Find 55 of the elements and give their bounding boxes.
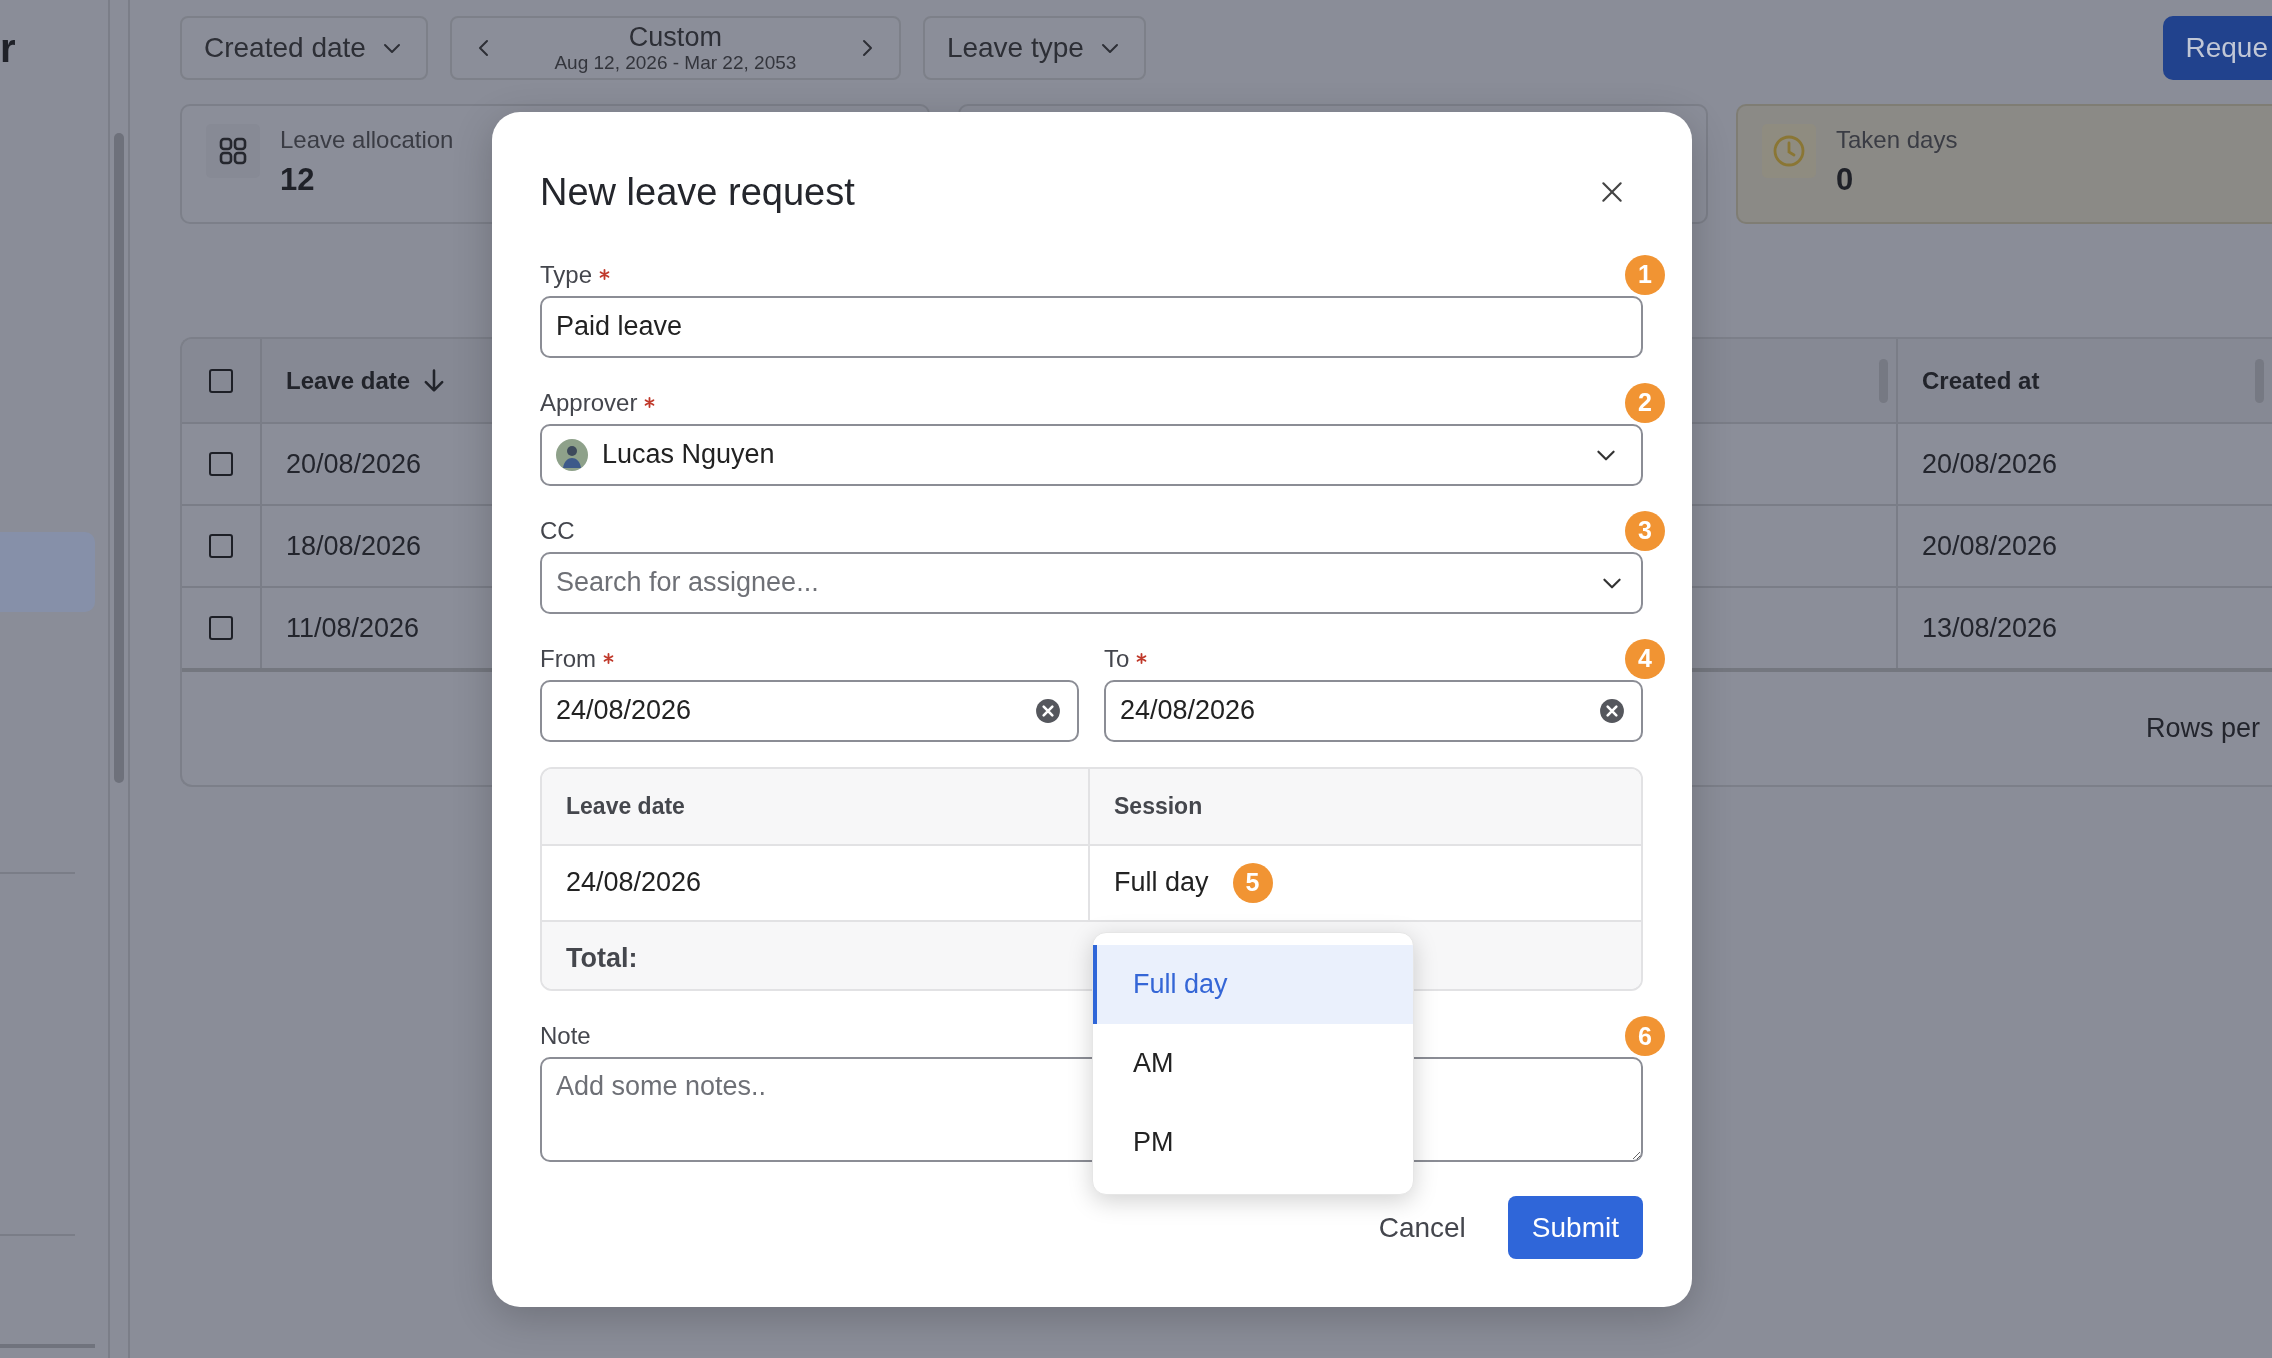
sidebar-title: r [0,25,16,72]
table-cell: 18/08/2026 [286,530,422,562]
total-label: Total: [566,943,638,975]
session-select[interactable]: Full day [1114,867,1209,899]
column-header[interactable]: Created at [1922,366,2040,395]
table-cell: 11/08/2026 [286,612,420,644]
field-label: Type [540,260,593,289]
row-checkbox[interactable] [209,452,233,476]
table-cell: 13/08/2026 [1922,612,2058,644]
range-label: Custom [628,22,722,52]
table-cell: 20/08/2026 [286,448,422,480]
row-checkbox[interactable] [209,616,233,640]
field-label: Approver [540,388,638,417]
cc-search-field[interactable]: Search for assignee... [540,551,1643,614]
clear-icon[interactable] [1599,697,1625,724]
request-button[interactable]: Reque [2163,16,2272,80]
date-range-picker[interactable]: Custom Aug 12, 2026 - Mar 22, 2053 [449,16,901,80]
date-field[interactable]: 24/08/2026 [540,679,1079,742]
step-badge: 1 [1625,254,1665,295]
table-cell: 24/08/2026 [566,867,702,899]
table-cell: 20/08/2026 [1922,530,2058,562]
column-header[interactable]: Leave date [286,366,411,395]
submit-button[interactable]: Submit [1507,1196,1643,1259]
stat-value: 0 [1836,161,1854,199]
range-dates: Aug 12, 2026 - Mar 22, 2053 [554,52,797,74]
filter-dropdown[interactable]: Created date [180,16,428,80]
clock-icon [1762,124,1816,178]
step-badge: 5 [1232,862,1273,903]
menu-option[interactable]: Full day [1093,945,1413,1024]
select-all-checkbox[interactable] [209,368,233,393]
clear-icon[interactable] [1035,697,1061,724]
step-badge: 4 [1625,638,1665,679]
stat-label: Taken days [1836,125,1958,155]
step-badge: 3 [1625,510,1665,551]
dialog-title: New leave request [540,170,855,214]
date-field[interactable]: 24/08/2026 [1104,679,1643,742]
step-badge: 6 [1625,1016,1665,1056]
approver-select[interactable]: Lucas Nguyen [540,423,1643,486]
scrollbar-thumb[interactable] [114,133,125,783]
field-label: CC [540,516,575,545]
step-badge: 2 [1625,382,1665,423]
filter-dropdown[interactable]: Leave type [922,16,1146,80]
column-header: Session [1114,792,1203,820]
row-checkbox[interactable] [209,534,233,558]
cancel-button[interactable]: Cancel [1364,1196,1480,1259]
field-label: To [1104,644,1130,673]
rows-per-page-label: Rows per [2145,713,2260,744]
table-cell: 20/08/2026 [1922,448,2058,480]
type-field[interactable]: Paid leave [540,295,1643,358]
stat-label: Leave allocation [280,125,454,155]
column-header: Leave date [566,792,685,820]
avatar-icon [556,438,588,471]
stat-value: 12 [280,161,315,199]
field-label: Note [540,1022,591,1050]
field-label: From [540,644,596,673]
